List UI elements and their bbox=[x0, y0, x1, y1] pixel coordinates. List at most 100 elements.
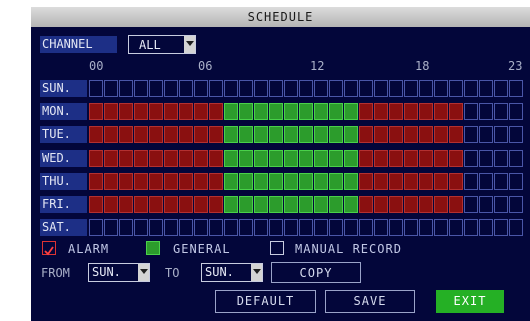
schedule-cell[interactable] bbox=[194, 150, 208, 167]
schedule-cell[interactable] bbox=[104, 126, 118, 143]
schedule-cell[interactable] bbox=[134, 126, 148, 143]
schedule-cell[interactable] bbox=[494, 103, 508, 120]
schedule-cell[interactable] bbox=[449, 126, 463, 143]
schedule-cell[interactable] bbox=[299, 103, 313, 120]
to-day-select[interactable]: SUN. bbox=[201, 263, 263, 282]
schedule-cell[interactable] bbox=[89, 150, 103, 167]
schedule-cell[interactable] bbox=[269, 196, 283, 213]
schedule-cell[interactable] bbox=[194, 80, 208, 97]
schedule-cell[interactable] bbox=[119, 80, 133, 97]
schedule-cell[interactable] bbox=[104, 196, 118, 213]
schedule-cell[interactable] bbox=[404, 150, 418, 167]
schedule-cell[interactable] bbox=[89, 196, 103, 213]
schedule-cell[interactable] bbox=[314, 126, 328, 143]
schedule-cell[interactable] bbox=[284, 80, 298, 97]
schedule-cell[interactable] bbox=[149, 126, 163, 143]
schedule-cell[interactable] bbox=[269, 150, 283, 167]
schedule-cell[interactable] bbox=[419, 126, 433, 143]
schedule-cell[interactable] bbox=[479, 219, 493, 236]
schedule-cell[interactable] bbox=[149, 103, 163, 120]
schedule-cell[interactable] bbox=[134, 150, 148, 167]
schedule-cell[interactable] bbox=[179, 150, 193, 167]
schedule-cell[interactable] bbox=[419, 173, 433, 190]
schedule-cell[interactable] bbox=[89, 103, 103, 120]
schedule-cell[interactable] bbox=[224, 150, 238, 167]
schedule-cell[interactable] bbox=[494, 80, 508, 97]
copy-button[interactable]: COPY bbox=[271, 262, 361, 283]
schedule-cell[interactable] bbox=[254, 103, 268, 120]
schedule-cell[interactable] bbox=[329, 150, 343, 167]
schedule-cell[interactable] bbox=[134, 173, 148, 190]
schedule-cell[interactable] bbox=[119, 150, 133, 167]
schedule-cell[interactable] bbox=[119, 173, 133, 190]
schedule-cell[interactable] bbox=[389, 173, 403, 190]
schedule-cell[interactable] bbox=[494, 196, 508, 213]
schedule-cell[interactable] bbox=[134, 103, 148, 120]
schedule-cell[interactable] bbox=[104, 103, 118, 120]
schedule-cell[interactable] bbox=[119, 126, 133, 143]
schedule-cell[interactable] bbox=[434, 219, 448, 236]
schedule-cell[interactable] bbox=[509, 219, 523, 236]
schedule-cell[interactable] bbox=[329, 173, 343, 190]
schedule-cell[interactable] bbox=[359, 219, 373, 236]
schedule-cell[interactable] bbox=[224, 173, 238, 190]
schedule-cell[interactable] bbox=[359, 150, 373, 167]
schedule-cell[interactable] bbox=[194, 173, 208, 190]
schedule-cell[interactable] bbox=[89, 219, 103, 236]
schedule-cell[interactable] bbox=[404, 219, 418, 236]
from-day-select[interactable]: SUN. bbox=[88, 263, 150, 282]
schedule-cell[interactable] bbox=[509, 173, 523, 190]
schedule-cell[interactable] bbox=[194, 196, 208, 213]
schedule-cell[interactable] bbox=[404, 173, 418, 190]
schedule-cell[interactable] bbox=[419, 80, 433, 97]
schedule-cell[interactable] bbox=[389, 80, 403, 97]
schedule-cell[interactable] bbox=[134, 80, 148, 97]
schedule-cell[interactable] bbox=[449, 196, 463, 213]
schedule-cell[interactable] bbox=[239, 103, 253, 120]
schedule-cell[interactable] bbox=[239, 219, 253, 236]
schedule-cell[interactable] bbox=[464, 150, 478, 167]
schedule-cell[interactable] bbox=[464, 196, 478, 213]
schedule-cell[interactable] bbox=[149, 219, 163, 236]
schedule-cell[interactable] bbox=[269, 80, 283, 97]
schedule-cell[interactable] bbox=[164, 80, 178, 97]
schedule-cell[interactable] bbox=[209, 80, 223, 97]
schedule-cell[interactable] bbox=[254, 173, 268, 190]
schedule-cell[interactable] bbox=[434, 126, 448, 143]
schedule-cell[interactable] bbox=[254, 219, 268, 236]
schedule-cell[interactable] bbox=[509, 150, 523, 167]
schedule-cell[interactable] bbox=[329, 80, 343, 97]
schedule-cell[interactable] bbox=[314, 219, 328, 236]
schedule-cell[interactable] bbox=[224, 103, 238, 120]
schedule-cell[interactable] bbox=[509, 103, 523, 120]
schedule-cell[interactable] bbox=[284, 196, 298, 213]
schedule-cell[interactable] bbox=[419, 103, 433, 120]
schedule-cell[interactable] bbox=[194, 126, 208, 143]
schedule-cell[interactable] bbox=[284, 173, 298, 190]
schedule-cell[interactable] bbox=[284, 126, 298, 143]
schedule-cell[interactable] bbox=[254, 126, 268, 143]
schedule-cell[interactable] bbox=[314, 103, 328, 120]
schedule-cell[interactable] bbox=[344, 103, 358, 120]
schedule-cell[interactable] bbox=[374, 80, 388, 97]
schedule-cell[interactable] bbox=[164, 196, 178, 213]
schedule-cell[interactable] bbox=[389, 150, 403, 167]
schedule-cell[interactable] bbox=[464, 103, 478, 120]
schedule-cell[interactable] bbox=[104, 80, 118, 97]
schedule-cell[interactable] bbox=[479, 150, 493, 167]
schedule-cell[interactable] bbox=[479, 103, 493, 120]
schedule-cell[interactable] bbox=[209, 150, 223, 167]
schedule-cell[interactable] bbox=[179, 103, 193, 120]
schedule-cell[interactable] bbox=[284, 219, 298, 236]
schedule-cell[interactable] bbox=[209, 126, 223, 143]
schedule-cell[interactable] bbox=[209, 219, 223, 236]
schedule-cell[interactable] bbox=[389, 196, 403, 213]
schedule-cell[interactable] bbox=[314, 196, 328, 213]
schedule-cell[interactable] bbox=[479, 196, 493, 213]
schedule-cell[interactable] bbox=[299, 173, 313, 190]
schedule-cell[interactable] bbox=[359, 196, 373, 213]
schedule-cell[interactable] bbox=[344, 150, 358, 167]
schedule-cell[interactable] bbox=[239, 173, 253, 190]
schedule-cell[interactable] bbox=[164, 173, 178, 190]
schedule-cell[interactable] bbox=[209, 196, 223, 213]
